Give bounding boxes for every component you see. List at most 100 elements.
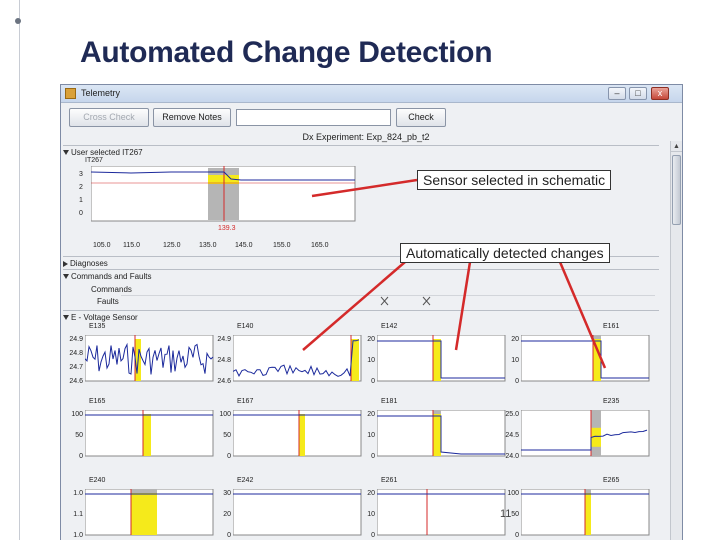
detected-change-highlight — [593, 339, 601, 381]
fault-x-icon[interactable] — [422, 296, 431, 306]
y-tick-label: 25.0 — [505, 411, 519, 418]
section-commands-faults[interactable]: Commands and Faults — [63, 271, 151, 282]
fault-x-icon[interactable] — [380, 296, 389, 306]
plot-background — [521, 335, 650, 382]
remove-notes-button[interactable]: Remove Notes — [153, 108, 231, 127]
minimize-button[interactable]: ‒ — [608, 87, 626, 100]
y-tick-label: 1 — [79, 197, 83, 204]
plot-background — [233, 489, 362, 536]
section-diagnoses[interactable]: Diagnoses — [63, 258, 108, 269]
sensor-panel-title: E240 — [89, 477, 106, 484]
y-tick-label: 100 — [219, 411, 231, 418]
sensor-panel-title: E161 — [603, 323, 620, 330]
x-tick-label: 165.0 — [311, 242, 329, 249]
scroll-thumb[interactable] — [672, 155, 681, 225]
detected-change-highlight — [585, 493, 591, 535]
cross-check-button[interactable]: Cross Check — [69, 108, 149, 127]
sensor-panel-e165[interactable]: E165 100 50 0 — [67, 398, 215, 472]
callout-sensor-selected: Sensor selected in schematic — [417, 170, 612, 190]
collapse-triangle-icon[interactable] — [63, 274, 69, 280]
sensor-panel-e235[interactable]: E235 25.0 24.5 24.0 — [503, 398, 651, 472]
sensor-plot-area — [521, 335, 650, 382]
sensor-plot-area — [233, 335, 362, 382]
y-tick-label: 0 — [227, 453, 231, 460]
faults-row-label: Faults — [97, 297, 119, 306]
sensor-panel-e167[interactable]: E167 100 50 0 — [215, 398, 363, 472]
check-button[interactable]: Check — [396, 108, 446, 127]
y-tick-label: 24.5 — [505, 432, 519, 439]
sensor-panel-e265[interactable]: E265 100 50 0 — [503, 477, 651, 540]
sensor-panel-e135[interactable]: E135 24.9 24.8 24.7 24.6 — [67, 323, 215, 397]
telemetry-window: Telemetry ‒ □ x Cross Check Remove Notes… — [60, 84, 683, 540]
window-titlebar[interactable]: Telemetry ‒ □ x — [61, 85, 682, 103]
y-tick-label: 50 — [223, 432, 231, 439]
sensor-panel-e140[interactable]: E140 24.9 24.8 24.6 — [215, 323, 363, 397]
sensor-panel-title: E235 — [603, 398, 620, 405]
sensor-plot-area — [377, 410, 506, 457]
window-title: Telemetry — [81, 88, 121, 98]
expand-triangle-icon[interactable] — [63, 260, 68, 267]
detected-change-highlight — [143, 414, 151, 456]
slide-title: Automated Change Detection — [80, 36, 493, 69]
sensor-plot-area — [233, 489, 362, 536]
plot-background — [85, 335, 214, 382]
page-number: 11 — [500, 508, 512, 520]
main-telemetry-plot: IT267 3 2 1 0 139.3 105.0 115.0 125.0 13… — [65, 157, 365, 257]
y-tick-label: 0 — [79, 453, 83, 460]
y-tick-label: 3 — [79, 171, 83, 178]
y-tick-label: 10 — [367, 511, 375, 518]
sensor-plot-area — [233, 410, 362, 457]
collapse-triangle-icon[interactable] — [63, 150, 69, 156]
sensor-panel-title: E242 — [237, 477, 254, 484]
experiment-label: Dx Experiment: Exp_824_pb_t2 — [302, 132, 430, 142]
section-voltage-sensor[interactable]: E - Voltage Sensor — [63, 312, 138, 323]
plot-name: IT267 — [85, 157, 103, 164]
notes-input[interactable] — [236, 109, 391, 126]
y-tick-label: 100 — [71, 411, 83, 418]
detected-change-highlight — [131, 493, 157, 535]
sensor-panel-title: E181 — [381, 398, 398, 405]
sensor-panel-title: E165 — [89, 398, 106, 405]
x-tick-label: 105.0 — [93, 242, 111, 249]
x-tick-label: 155.0 — [273, 242, 291, 249]
y-tick-label: 20 — [367, 411, 375, 418]
sensor-panel-title: E265 — [603, 477, 620, 484]
app-icon — [65, 88, 76, 99]
y-tick-label: 2 — [79, 184, 83, 191]
y-tick-label: 24.7 — [69, 364, 83, 371]
y-tick-label: 10 — [367, 357, 375, 364]
y-tick-label: 24.8 — [217, 357, 231, 364]
sensor-panel-title: E140 — [237, 323, 254, 330]
y-tick-label: 24.6 — [217, 378, 231, 385]
close-button[interactable]: x — [651, 87, 669, 100]
y-tick-label: 100 — [507, 490, 519, 497]
section-label: Commands and Faults — [71, 272, 152, 281]
slide-divider-line — [19, 0, 20, 540]
y-tick-label: 0 — [371, 378, 375, 385]
sensor-panel-e181[interactable]: E181 20 10 0 — [359, 398, 507, 472]
y-tick-label: 20 — [223, 511, 231, 518]
scroll-up-icon[interactable]: ▲ — [671, 141, 682, 152]
toolbar: Cross Check Remove Notes Check — [66, 108, 676, 128]
y-tick-label: 0 — [371, 453, 375, 460]
y-tick-label: 50 — [75, 432, 83, 439]
sensor-plot-area — [85, 410, 214, 457]
y-tick-label: 0 — [371, 532, 375, 539]
sensor-panel-e240[interactable]: E240 1.0 1.1 1.0 — [67, 477, 215, 540]
divider — [63, 269, 659, 270]
sensor-panel-e261[interactable]: E261 20 10 0 — [359, 477, 507, 540]
y-tick-label: 0 — [79, 210, 83, 217]
collapse-triangle-icon[interactable] — [63, 315, 69, 321]
sensor-panel-e142[interactable]: E142 20 10 0 — [359, 323, 507, 397]
sensor-panel-e161[interactable]: E161 20 10 0 — [503, 323, 651, 397]
plot-background — [377, 489, 506, 536]
sensor-panel-title: E142 — [381, 323, 398, 330]
maximize-button[interactable]: □ — [629, 87, 647, 100]
sensor-panel-e242[interactable]: E242 30 20 0 — [215, 477, 363, 540]
y-tick-label: 24.0 — [505, 453, 519, 460]
plot-background — [233, 410, 362, 457]
divider — [63, 310, 659, 311]
vertical-scrollbar[interactable]: ▲ — [670, 141, 682, 540]
section-label: E - Voltage Sensor — [71, 313, 138, 322]
sensor-plot-area — [85, 489, 214, 536]
